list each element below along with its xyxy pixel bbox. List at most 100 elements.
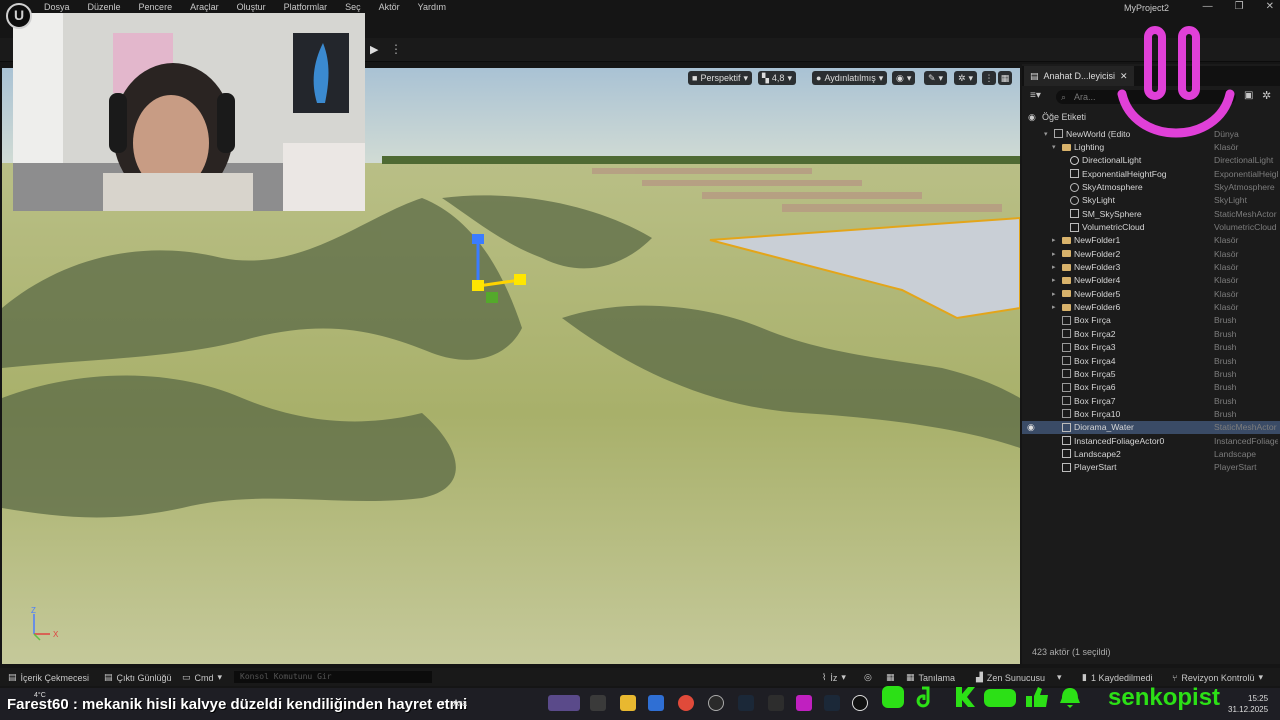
outliner-row-type: Brush <box>1214 408 1237 419</box>
show-flags-dropdown[interactable]: ◉ ▾ <box>892 71 916 85</box>
expand-arrow-icon[interactable]: ▸ <box>1052 276 1056 284</box>
viewport-more-icon[interactable]: ⋮ <box>982 71 996 85</box>
outliner-row[interactable]: Box Fırça3 Brush <box>1022 341 1280 354</box>
menu-file[interactable]: Dosya <box>44 2 79 12</box>
outliner-row[interactable]: Landscape2 Landscape <box>1022 447 1280 460</box>
streamer-app-icon[interactable] <box>796 695 812 711</box>
expand-arrow-icon[interactable]: ▸ <box>1052 263 1056 271</box>
trace-dropdown[interactable]: ⌇ İz ▾ <box>822 672 846 683</box>
chrome-icon[interactable] <box>678 695 694 711</box>
steam-2-icon[interactable] <box>824 695 840 711</box>
outliner-row[interactable]: Box Fırça7 Brush <box>1022 394 1280 407</box>
outliner-row[interactable]: ▸ NewFolder1 Klasör <box>1022 234 1280 247</box>
expand-arrow-icon[interactable]: ▾ <box>1044 130 1048 138</box>
unreal-logo-icon[interactable] <box>6 3 32 29</box>
outliner-row-name: SM_SkySphere <box>1082 208 1142 219</box>
visibility-eye-icon[interactable]: ◉ <box>1028 112 1036 123</box>
folder-icon <box>1062 290 1071 298</box>
folder-icon <box>1062 303 1071 311</box>
outliner-row[interactable]: Box Fırça5 Brush <box>1022 367 1280 380</box>
outliner-row[interactable]: ▸ NewFolder6 Klasör <box>1022 300 1280 313</box>
lit-mode-dropdown[interactable]: ● Aydınlatılmış ▾ <box>812 71 888 85</box>
taskbar-search[interactable]: ⌕ Ara <box>440 697 467 708</box>
play-icon[interactable]: ▶ <box>370 44 382 56</box>
derived-data-icon[interactable]: ▦ <box>886 672 895 683</box>
transform-tools-dropdown[interactable]: ✎ ▾ <box>924 71 948 85</box>
outliner-row-name: SkyAtmosphere <box>1082 182 1143 193</box>
outliner-row-type: Brush <box>1214 395 1237 406</box>
revision-control-dropdown[interactable]: ⑂ Revizyon Kontrolü ▾ <box>1172 672 1263 683</box>
filter-icon[interactable]: ≡▾ <box>1030 90 1041 101</box>
menu-window[interactable]: Pencere <box>139 2 182 12</box>
viewport-layout-icon[interactable]: ▦ <box>998 71 1012 85</box>
file-explorer-icon[interactable] <box>620 695 636 711</box>
outliner-row[interactable]: Box Fırça10 Brush <box>1022 407 1280 420</box>
expand-arrow-icon[interactable]: ▸ <box>1052 303 1056 311</box>
outliner-row[interactable]: ExponentialHeightFog ExponentialHeigh <box>1022 167 1280 180</box>
menu-build[interactable]: Oluştur <box>237 2 275 12</box>
outliner-row-name: Box Fırça5 <box>1074 368 1116 379</box>
outliner-row[interactable]: ▸ NewFolder2 Klasör <box>1022 247 1280 260</box>
close-icon[interactable]: ✕ <box>1266 1 1274 12</box>
outliner-row-type: Brush <box>1214 315 1237 326</box>
outliner-row[interactable]: VolumetricCloud VolumetricCloud <box>1022 220 1280 233</box>
outliner-row[interactable]: ▸ NewFolder4 Klasör <box>1022 274 1280 287</box>
outliner-row[interactable]: ◉ Diorama_Water StaticMeshActor <box>1022 420 1280 434</box>
task-view-icon[interactable] <box>590 695 606 711</box>
console-command-input[interactable]: Konsol Komutunu Gir <box>234 671 432 683</box>
expand-arrow-icon[interactable]: ▸ <box>1052 236 1056 244</box>
steam-icon[interactable] <box>738 695 754 711</box>
expand-arrow-icon[interactable]: ▸ <box>1052 290 1056 298</box>
cmd-dropdown[interactable]: ▭ Cmd ▾ <box>182 672 222 683</box>
camera-speed-dropdown[interactable]: ▚ 4,8 ▾ <box>758 71 796 85</box>
outliner-row[interactable]: Box Fırça4 Brush <box>1022 354 1280 367</box>
unreal-taskbar-icon[interactable] <box>852 695 868 711</box>
diagnostics-button[interactable]: ▦ Tanılama <box>906 672 955 683</box>
content-drawer-button[interactable]: ▤ İçerik Çekmecesi <box>8 672 89 683</box>
brush-icon <box>1062 342 1071 352</box>
outliner-row[interactable]: Box Fırça2 Brush <box>1022 327 1280 340</box>
outliner-row[interactable]: SM_SkySphere StaticMeshActor <box>1022 207 1280 220</box>
brush-icon <box>1062 356 1071 366</box>
zen-server-dropdown[interactable]: ▟ Zen Sunucusu ▾ <box>976 672 1062 683</box>
visibility-eye-icon[interactable]: ◉ <box>1027 422 1035 433</box>
outliner-row[interactable]: PlayerStart PlayerStart <box>1022 461 1280 474</box>
outliner-row-type: Brush <box>1214 355 1237 366</box>
widget-icon[interactable] <box>548 695 580 711</box>
outliner-row[interactable]: Box Fırça Brush <box>1022 314 1280 327</box>
foliage-icon <box>1062 436 1071 446</box>
save-icon: ▮ <box>1082 672 1087 682</box>
unsaved-button[interactable]: ▮ 1 Kaydedilmedi <box>1082 672 1153 683</box>
perspective-dropdown[interactable]: ■ Perspektif ▾ <box>688 71 752 85</box>
instagram-icon <box>882 686 904 708</box>
minimize-icon[interactable]: — <box>1203 1 1213 12</box>
store-icon[interactable] <box>648 695 664 711</box>
maximize-icon[interactable]: ❐ <box>1235 1 1244 12</box>
menu-actor[interactable]: Aktör <box>379 2 409 12</box>
settings-gear-icon[interactable]: ✲ <box>1262 89 1271 102</box>
outliner-row[interactable]: InstancedFoliageActor0 InstancedFoliage <box>1022 434 1280 447</box>
github-icon[interactable] <box>708 695 724 711</box>
outliner-row-type: ExponentialHeigh <box>1214 168 1278 179</box>
outliner-row[interactable]: ▸ NewFolder5 Klasör <box>1022 287 1280 300</box>
viewport-settings-dropdown[interactable]: ✲ ▾ <box>954 71 978 85</box>
record-icon[interactable]: ◎ <box>864 672 872 683</box>
menu-edit[interactable]: Düzenle <box>88 2 130 12</box>
outliner-row[interactable]: ▸ NewFolder3 Klasör <box>1022 260 1280 273</box>
expand-arrow-icon[interactable]: ▾ <box>1052 143 1056 151</box>
menu-platforms[interactable]: Platformlar <box>284 2 337 12</box>
expand-arrow-icon[interactable]: ▸ <box>1052 250 1056 258</box>
outliner-row[interactable]: SkyLight SkyLight <box>1022 194 1280 207</box>
menu-select[interactable]: Seç <box>345 2 370 12</box>
add-folder-icon[interactable]: ▣ <box>1244 90 1253 101</box>
camera-icon: ■ <box>692 73 698 83</box>
diagnostics-icon: ▦ <box>906 672 915 682</box>
outliner-row[interactable]: SkyAtmosphere SkyAtmosphere <box>1022 180 1280 193</box>
outliner-row[interactable]: Box Fırça6 Brush <box>1022 381 1280 394</box>
menu-help[interactable]: Yardım <box>418 2 455 12</box>
menu-tools[interactable]: Araçlar <box>190 2 228 12</box>
output-log-button[interactable]: ▤ Çıktı Günlüğü <box>104 672 172 683</box>
epic-games-icon[interactable] <box>768 695 784 711</box>
more-options-icon[interactable]: ⋮ <box>390 42 402 56</box>
outliner-row-name: Box Fırça7 <box>1074 395 1116 406</box>
